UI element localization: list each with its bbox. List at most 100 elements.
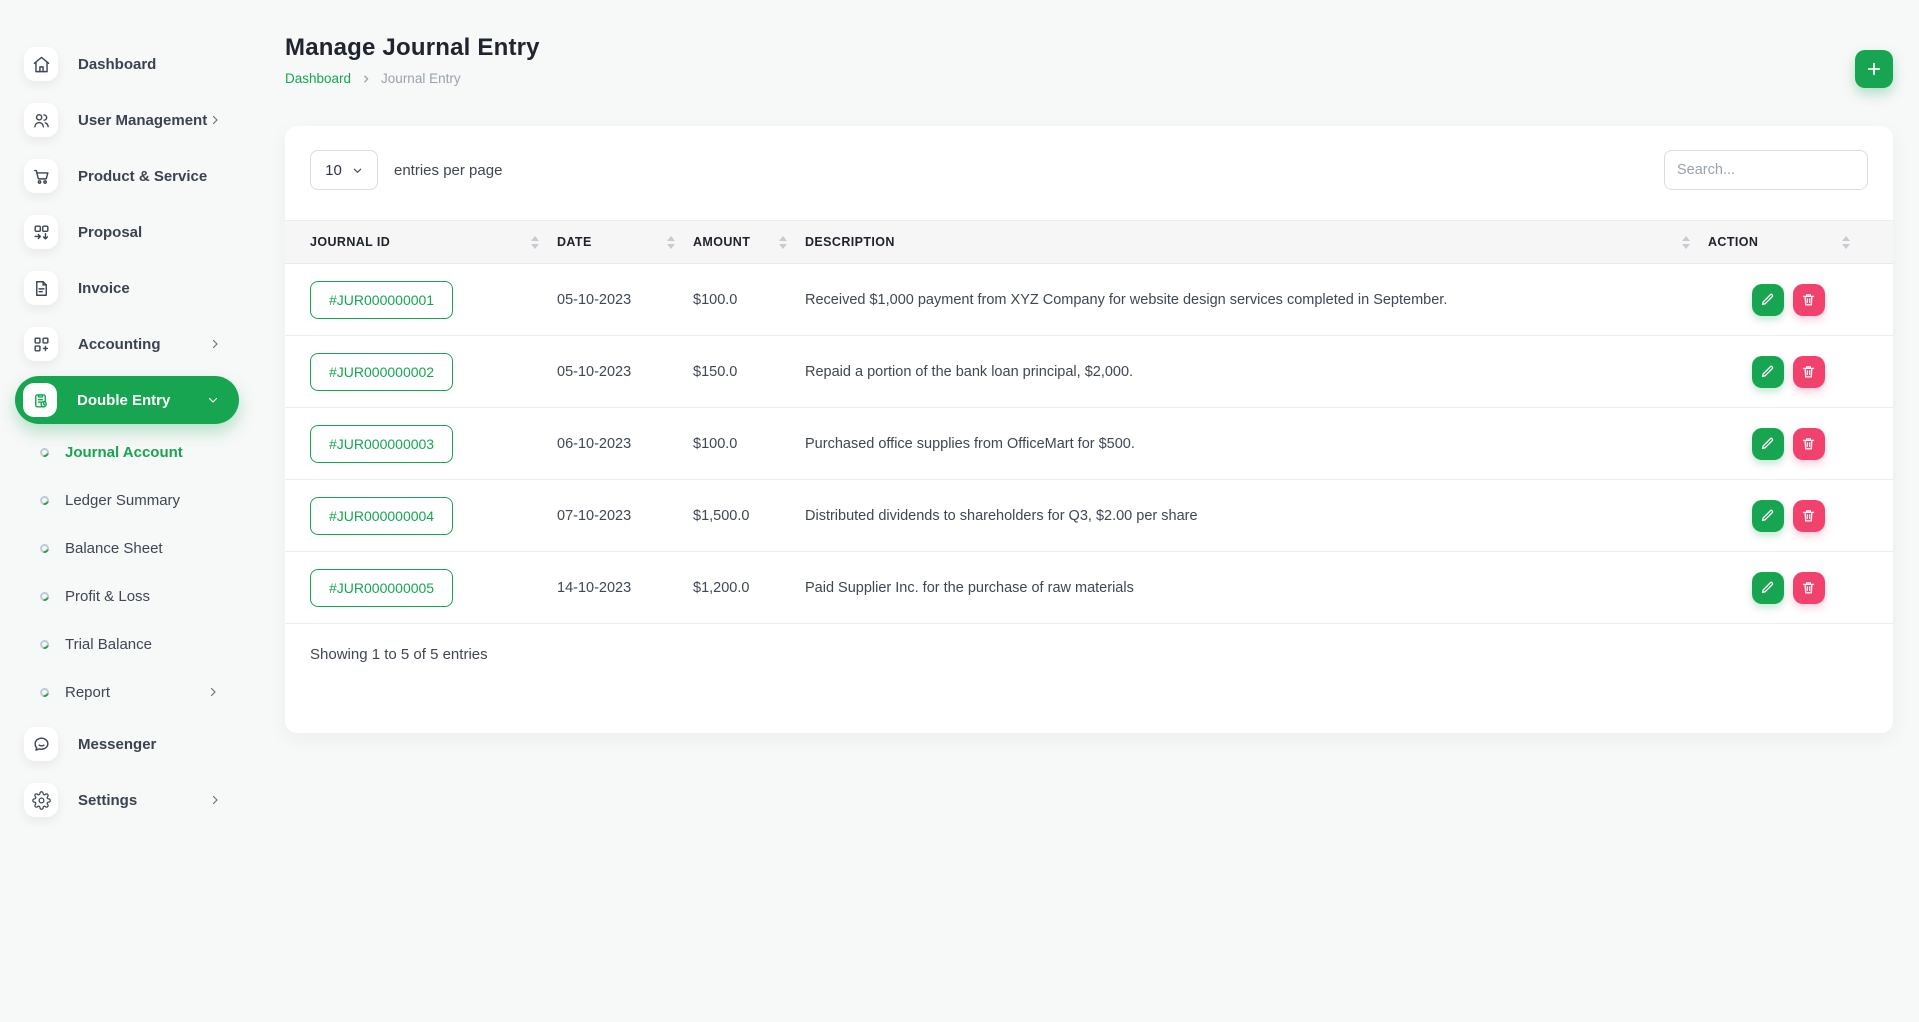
delete-button[interactable] [1793,428,1825,460]
double-entry-icon [23,383,57,417]
sidebar-subitem-label: Trial Balance [65,636,152,653]
edit-button[interactable] [1752,500,1784,532]
journal-id-badge[interactable]: #JUR000000005 [310,569,453,607]
plus-icon [1865,60,1883,78]
sidebar-item-label: Accounting [78,336,161,353]
chevron-right-icon [361,74,371,84]
sidebar-item-label: Proposal [78,224,142,241]
accounting-icon [24,327,58,361]
date-cell: 14-10-2023 [557,580,693,596]
sidebar-item-double-entry[interactable]: Double Entry [15,376,239,424]
sidebar-item-settings[interactable]: Settings [0,772,245,828]
page-title: Manage Journal Entry [285,34,540,62]
sidebar-item-user-management[interactable]: User Management [0,92,245,148]
edit-button[interactable] [1752,572,1784,604]
add-journal-entry-button[interactable] [1855,50,1893,88]
edit-button[interactable] [1752,428,1784,460]
radio-bullet-icon [38,542,50,554]
proposal-icon [24,215,58,249]
sidebar-item-product-service[interactable]: Product & Service [0,148,245,204]
table-row: #JUR000000005 14-10-2023 $1,200.0 Paid S… [285,552,1893,624]
sidebar-subitem-report[interactable]: Report [0,668,245,716]
sidebar-subitem-label: Profit & Loss [65,588,150,605]
amount-cell: $150.0 [693,364,805,380]
sidebar-item-dashboard[interactable]: Dashboard [0,36,245,92]
date-cell: 05-10-2023 [557,364,693,380]
sidebar-item-proposal[interactable]: Proposal [0,204,245,260]
date-cell: 06-10-2023 [557,436,693,452]
sidebar-subitem-trial-balance[interactable]: Trial Balance [0,620,245,668]
breadcrumb-dashboard-link[interactable]: Dashboard [285,71,351,86]
entries-per-page-label: entries per page [394,162,502,179]
sort-icon [1842,236,1850,249]
sidebar-subitem-profit-loss[interactable]: Profit & Loss [0,572,245,620]
page-size-select[interactable]: 10 [310,150,378,190]
column-header-description[interactable]: DESCRIPTION [805,221,1708,263]
sidebar-item-label: Double Entry [77,392,170,409]
messenger-icon [24,727,58,761]
trash-icon [1801,508,1816,523]
chevron-right-icon [209,794,221,806]
table-header-row: JOURNAL ID DATE AMOUNT DESCRIPTION ACTIO… [285,220,1893,264]
column-header-journal-id[interactable]: JOURNAL ID [310,221,557,263]
search-input[interactable] [1664,150,1868,190]
sidebar-item-label: Invoice [78,280,130,297]
chevron-down-icon [352,165,363,176]
edit-button[interactable] [1752,356,1784,388]
delete-button[interactable] [1793,284,1825,316]
journal-id-badge[interactable]: #JUR000000003 [310,425,453,463]
main-content: Manage Journal Entry Dashboard Journal E… [245,0,1919,733]
column-header-amount[interactable]: AMOUNT [693,221,805,263]
trash-icon [1801,580,1816,595]
sidebar-item-invoice[interactable]: Invoice [0,260,245,316]
sidebar-subitem-balance-sheet[interactable]: Balance Sheet [0,524,245,572]
sidebar-item-label: Product & Service [78,168,207,185]
description-cell: Received $1,000 payment from XYZ Company… [805,292,1708,308]
table-row: #JUR000000002 05-10-2023 $150.0 Repaid a… [285,336,1893,408]
radio-bullet-icon [38,494,50,506]
sidebar-item-label: Settings [78,792,137,809]
delete-button[interactable] [1793,572,1825,604]
pencil-icon [1760,580,1775,595]
column-header-date[interactable]: DATE [557,221,693,263]
table-row: #JUR000000003 06-10-2023 $100.0 Purchase… [285,408,1893,480]
page-size-value: 10 [325,162,342,179]
sidebar-subitem-label: Balance Sheet [65,540,163,557]
sidebar: Dashboard User Management Product & Serv… [0,0,245,1022]
sidebar-item-accounting[interactable]: Accounting [0,316,245,372]
home-icon [24,47,58,81]
radio-bullet-icon [38,446,50,458]
sort-icon [1682,236,1690,249]
description-cell: Repaid a portion of the bank loan princi… [805,364,1708,380]
sidebar-item-label: User Management [78,112,207,129]
sidebar-subitem-label: Ledger Summary [65,492,180,509]
journal-id-badge[interactable]: #JUR000000002 [310,353,453,391]
delete-button[interactable] [1793,356,1825,388]
amount-cell: $1,200.0 [693,580,805,596]
journal-id-badge[interactable]: #JUR000000004 [310,497,453,535]
sort-icon [531,236,539,249]
sidebar-subitem-journal-account[interactable]: Journal Account [0,428,245,476]
edit-button[interactable] [1752,284,1784,316]
chevron-right-icon [209,114,221,126]
pencil-icon [1760,292,1775,307]
sidebar-subitem-ledger-summary[interactable]: Ledger Summary [0,476,245,524]
date-cell: 07-10-2023 [557,508,693,524]
journal-id-badge[interactable]: #JUR000000001 [310,281,453,319]
journal-entry-card: 10 entries per page JOURNAL ID DATE [285,126,1893,733]
table-summary: Showing 1 to 5 of 5 entries [285,646,1893,663]
journal-entry-table: JOURNAL ID DATE AMOUNT DESCRIPTION ACTIO… [285,220,1893,663]
amount-cell: $1,500.0 [693,508,805,524]
sort-icon [779,236,787,249]
sidebar-item-messenger[interactable]: Messenger [0,716,245,772]
sidebar-subitem-label: Report [65,684,110,701]
description-cell: Paid Supplier Inc. for the purchase of r… [805,580,1708,596]
table-row: #JUR000000004 07-10-2023 $1,500.0 Distri… [285,480,1893,552]
trash-icon [1801,364,1816,379]
delete-button[interactable] [1793,500,1825,532]
sort-icon [667,236,675,249]
chevron-down-icon [207,394,219,406]
column-header-action[interactable]: ACTION [1708,221,1868,263]
gear-icon [24,783,58,817]
pencil-icon [1760,508,1775,523]
